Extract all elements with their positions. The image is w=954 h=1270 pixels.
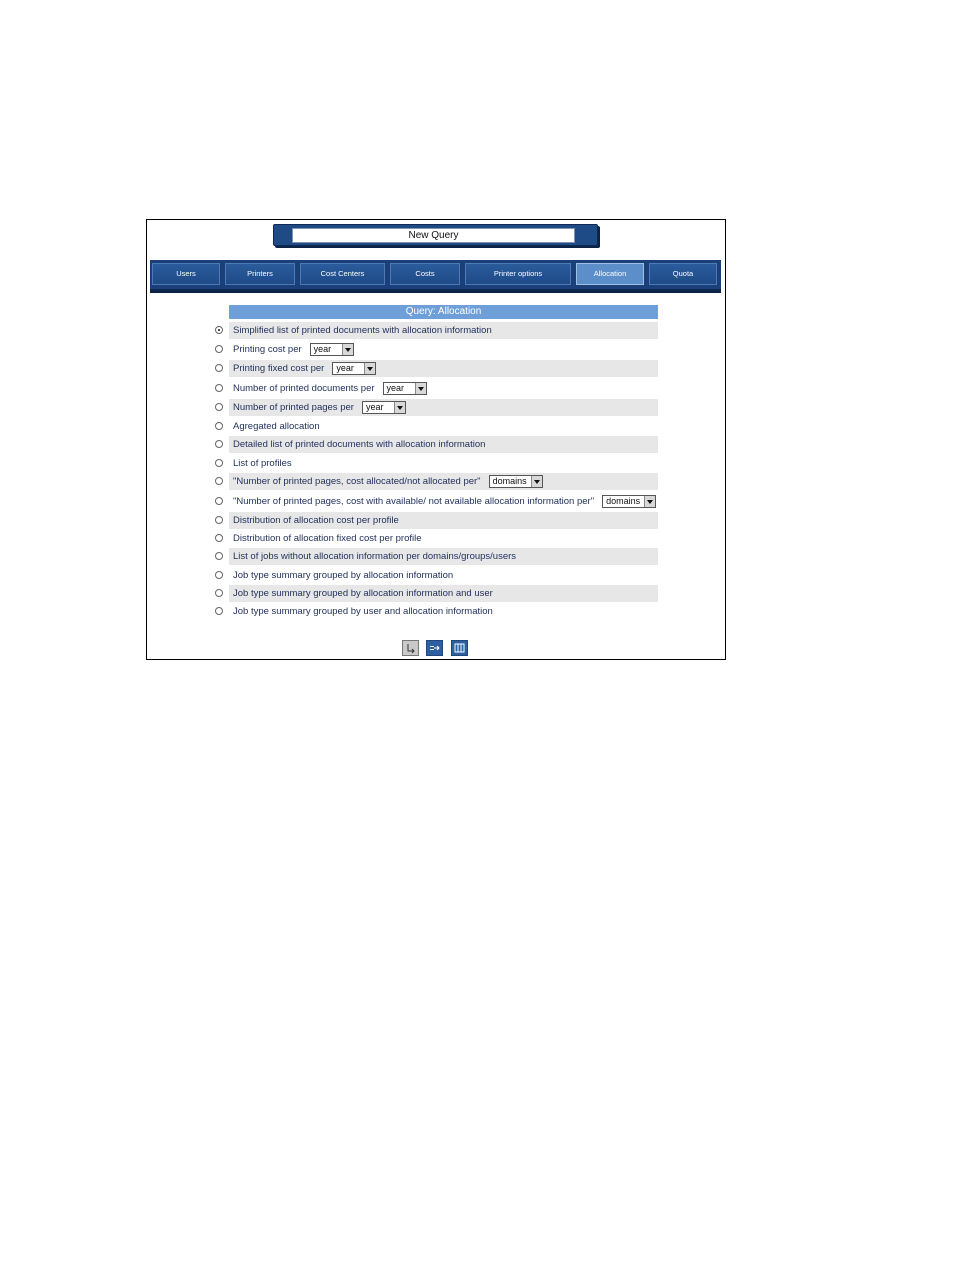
window-title: New Query [292,228,575,243]
table-view-button[interactable] [451,640,468,656]
query-option-row: Printing fixed cost per year [229,360,658,377]
tab-quota[interactable]: Quota [649,263,717,285]
query-option-row: List of jobs without allocation informat… [229,548,658,565]
option-label: Number of printed documents per [233,383,375,394]
query-option-row: Detailed list of printed documents with … [229,436,658,453]
period-select[interactable]: year [309,343,354,356]
query-option-row: Printing cost per year [229,341,658,358]
query-option-row: Distribution of allocation cost per prof… [229,512,658,529]
period-select[interactable]: domains [602,495,657,508]
query-option-row: "Number of printed pages, cost allocated… [229,473,658,490]
option-radio[interactable] [215,364,223,372]
query-option-row: Number of printed pages per year [229,399,658,416]
option-radio[interactable] [215,326,223,334]
query-option-row: Agregated allocation [229,418,658,435]
option-label: Detailed list of printed documents with … [233,439,486,450]
tab-printer-options[interactable]: Printer options [465,263,571,285]
option-radio[interactable] [215,459,223,467]
tab-costs[interactable]: Costs [390,263,460,285]
option-label: "Number of printed pages, cost allocated… [233,476,481,487]
option-radio[interactable] [215,440,223,448]
option-radio[interactable] [215,384,223,392]
option-label: Job type summary grouped by user and all… [233,606,493,617]
execute-arrow-icon [430,645,440,651]
back-button[interactable] [402,640,419,656]
select-value: year [386,383,405,393]
dropdown-arrow-icon[interactable] [644,496,656,507]
query-option-row: Job type summary grouped by allocation i… [229,585,658,602]
back-arrow-icon [407,644,415,654]
query-option-row: Job type summary grouped by allocation i… [229,567,658,584]
period-select[interactable]: domains [488,475,543,488]
grid-view-icon [454,643,465,653]
option-radio[interactable] [215,497,223,505]
select-value: year [336,363,354,373]
dropdown-arrow-icon[interactable] [414,383,426,394]
tab-allocation[interactable]: Allocation [576,263,644,285]
query-option-row: List of profiles [229,455,658,472]
option-radio[interactable] [215,477,223,485]
option-radio[interactable] [215,345,223,353]
tab-bar: Users Printers Cost Centers Costs Printe… [150,260,721,291]
option-label: Distribution of allocation cost per prof… [233,515,399,526]
option-label: List of jobs without allocation informat… [233,551,517,562]
option-radio[interactable] [215,403,223,411]
query-option-row: "Number of printed pages, cost with avai… [229,493,658,510]
option-label: Simplified list of printed documents wit… [233,325,492,336]
option-label: Number of printed pages per [233,402,354,413]
option-radio[interactable] [215,422,223,430]
option-radio[interactable] [215,516,223,524]
option-radio[interactable] [215,534,223,542]
title-bar: New Query [273,224,598,246]
option-label: Agregated allocation [233,421,320,432]
option-radio[interactable] [215,571,223,579]
execute-button[interactable] [426,640,443,656]
select-value: year [365,402,384,412]
option-radio[interactable] [215,607,223,615]
option-label: List of profiles [233,458,292,469]
query-option-row: Distribution of allocation fixed cost pe… [229,530,658,547]
tab-cost-centers[interactable]: Cost Centers [300,263,385,285]
option-label: Printing fixed cost per [233,363,325,374]
option-label: Distribution of allocation fixed cost pe… [233,533,422,544]
query-header: Query: Allocation [229,305,658,319]
option-label: "Number of printed pages, cost with avai… [233,496,595,507]
select-value: domains [606,496,641,506]
query-option-row: Number of printed documents per year [229,380,658,397]
select-value: domains [492,476,527,486]
select-value: year [313,344,332,354]
option-radio[interactable] [215,589,223,597]
option-radio[interactable] [215,552,223,560]
option-label: Job type summary grouped by allocation i… [233,570,454,581]
period-select[interactable]: year [382,382,427,395]
period-select[interactable]: year [361,401,406,414]
option-label: Printing cost per [233,344,302,355]
option-label: Job type summary grouped by allocation i… [233,588,493,599]
dropdown-arrow-icon[interactable] [341,344,353,355]
dropdown-arrow-icon[interactable] [530,476,542,487]
tab-printers[interactable]: Printers [225,263,295,285]
tab-users[interactable]: Users [152,263,220,285]
period-select[interactable]: year [332,362,377,375]
dropdown-arrow-icon[interactable] [364,363,376,374]
dropdown-arrow-icon[interactable] [393,402,405,413]
query-window: New Query Users Printers Cost Centers Co… [146,219,726,660]
query-option-row: Job type summary grouped by user and all… [229,603,658,620]
query-option-row: Simplified list of printed documents wit… [229,322,658,339]
